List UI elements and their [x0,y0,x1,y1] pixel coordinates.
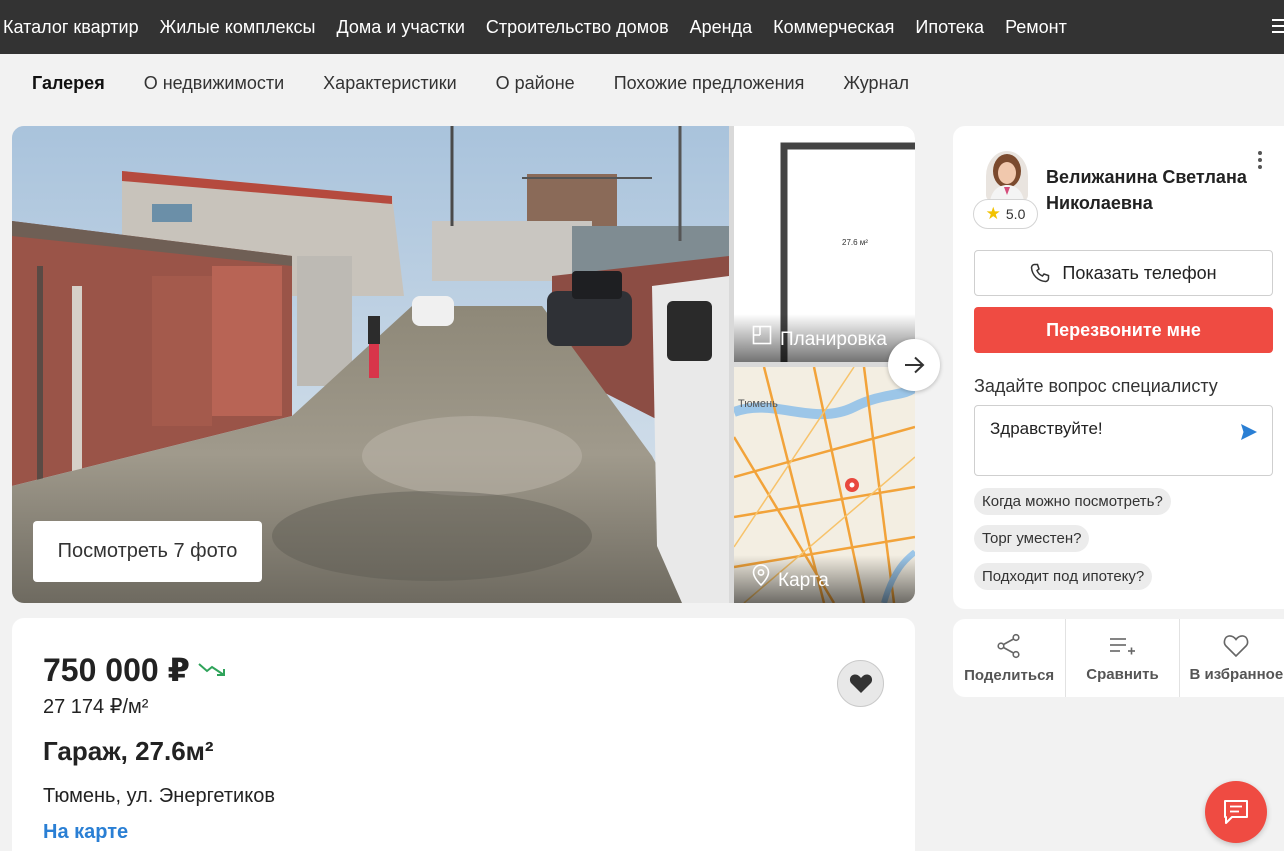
message-input[interactable]: Здравствуйте! [974,405,1273,476]
nav-item-commercial[interactable]: Коммерческая [773,17,894,38]
add-to-favorites-button[interactable]: В избранное [1180,619,1284,697]
listing-actions-bar: Поделиться Сравнить В избранное [953,619,1284,697]
quick-question-chip-mortgage[interactable]: Подходит под ипотеку? [974,563,1153,590]
nav-item-mortgage[interactable]: Ипотека [915,17,984,38]
listing-title: Гараж, 27.6м² [43,736,214,766]
map-label: Карта [734,555,915,603]
chat-button[interactable] [1205,781,1267,843]
tab-characteristics[interactable]: Характеристики [323,73,456,94]
tab-journal[interactable]: Журнал [843,73,909,94]
nav-item-construction[interactable]: Строительство домов [486,17,669,38]
agent-contact-card: ★ 5.0 Велижанина Светлана Николаевна Пок… [953,126,1284,609]
quick-question-chip-viewing[interactable]: Когда можно посмотреть? [974,488,1171,515]
price-per-square-meter: 27 174 ₽/м² [43,696,149,718]
share-icon [996,633,1022,659]
send-icon[interactable] [1240,423,1258,446]
listing-address: Тюмень, ул. Энергетиков [43,785,275,807]
agent-rating-badge: ★ 5.0 [973,199,1038,229]
listing-summary-card: 750 000 ₽ 27 174 ₽/м² Гараж, 27.6м² Тюме… [12,618,915,851]
show-phone-button[interactable]: Показать телефон [974,250,1273,296]
share-button[interactable]: Поделиться [953,619,1067,697]
quick-question-chip-bargain[interactable]: Торг уместен? [974,525,1090,552]
tab-similar-offers[interactable]: Похожие предложения [614,73,805,94]
heart-outline-icon [1223,634,1249,658]
map-thumbnail[interactable]: Тюмень Карта [734,367,915,603]
tab-about-property[interactable]: О недвижимости [144,73,284,94]
star-icon: ★ [985,204,1001,223]
tab-gallery[interactable]: Галерея [32,73,105,94]
plan-label: Планировка [734,314,915,362]
tab-district[interactable]: О районе [496,73,575,94]
compare-icon [1108,634,1136,658]
ask-question-label: Задайте вопрос специалисту [974,376,1218,396]
nav-item-complexes[interactable]: Жилые комплексы [160,17,316,38]
nav-item-rent[interactable]: Аренда [690,17,752,38]
agent-rating: 5.0 [1005,206,1026,222]
more-options-icon[interactable] [1256,151,1264,171]
heart-icon [849,674,872,693]
nav-item-repair[interactable]: Ремонт [1005,17,1067,38]
compare-button[interactable]: Сравнить [1066,619,1180,697]
favorite-heart-button[interactable] [837,660,884,707]
main-photo[interactable]: Посмотреть 7 фото [12,126,729,603]
photo-gallery: Посмотреть 7 фото 27.6 м² Планировка Тюм… [12,126,915,603]
floor-plan-icon [752,325,772,351]
price-trend-down-icon[interactable] [198,661,226,682]
message-text: Здравствуйте! [990,419,1103,438]
plan-area-label: 27.6 м² [842,238,868,247]
nav-item-apartments[interactable]: Каталог квартир [3,17,139,38]
map-city-label: Тюмень [738,398,778,410]
show-on-map-link[interactable]: На карте [43,821,128,844]
price: 750 000 ₽ [43,652,190,688]
hamburger-menu-icon[interactable] [1272,15,1284,37]
agent-avatar [986,151,1028,201]
chat-icon [1224,800,1248,824]
agent-name[interactable]: Велижанина Светлана Николаевна [1046,164,1256,216]
view-photos-button[interactable]: Посмотреть 7 фото [33,521,262,582]
top-navigation: Каталог квартир Жилые комплексы Дома и у… [0,0,1284,54]
section-tabs: Галерея О недвижимости Характеристики О … [0,54,1284,112]
map-pin-icon [752,564,770,592]
callback-button[interactable]: Перезвоните мне [974,307,1273,353]
phone-icon [1030,263,1050,283]
nav-item-houses[interactable]: Дома и участки [336,17,464,38]
floor-plan-thumbnail[interactable]: 27.6 м² Планировка [734,126,915,362]
gallery-next-arrow-icon[interactable] [888,339,940,391]
